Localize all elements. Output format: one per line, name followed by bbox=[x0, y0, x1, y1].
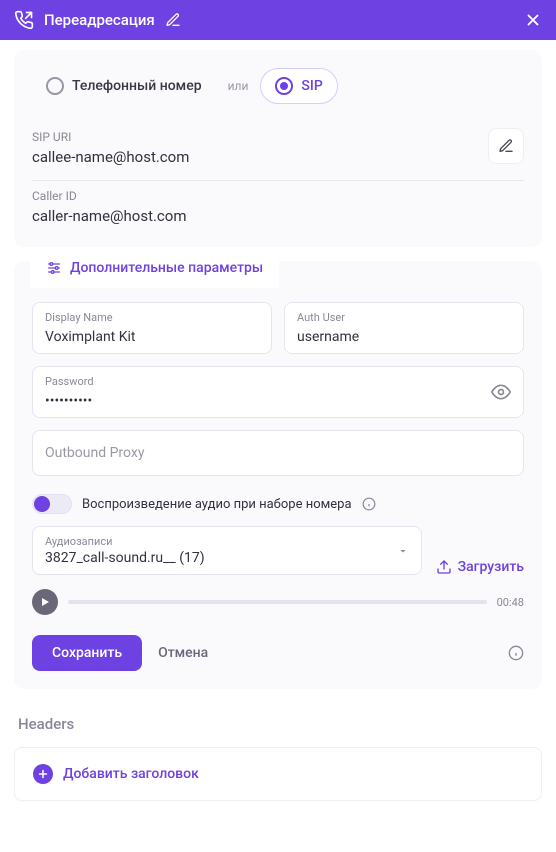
mode-phone-label: Телефонный номер bbox=[72, 78, 202, 94]
pencil-icon bbox=[498, 138, 514, 154]
toggle-password-icon[interactable] bbox=[491, 382, 511, 402]
redirect-icon bbox=[14, 10, 34, 30]
headers-section-title: Headers bbox=[14, 703, 542, 747]
chevron-down-icon bbox=[397, 545, 409, 557]
advanced-tab[interactable]: Дополнительные параметры bbox=[30, 248, 279, 288]
display-name-label: Display Name bbox=[45, 311, 259, 324]
dialog-title: Переадресация bbox=[44, 11, 155, 29]
sip-settings-card: Телефонный номер или SIP SIP URI callee-… bbox=[14, 50, 542, 247]
playback-switch-row: Воспроизведение аудио при наборе номера bbox=[32, 494, 524, 514]
password-label: Password bbox=[45, 375, 511, 388]
upload-button[interactable]: Загрузить bbox=[436, 559, 524, 575]
info-icon[interactable] bbox=[362, 497, 376, 511]
audio-duration: 00:48 bbox=[497, 596, 524, 609]
sip-uri-field: SIP URI callee-name@host.com bbox=[32, 122, 524, 181]
sip-uri-value: callee-name@host.com bbox=[32, 148, 524, 166]
audio-track[interactable] bbox=[68, 600, 487, 604]
mode-toggle: Телефонный номер или SIP bbox=[32, 68, 524, 104]
upload-label: Загрузить bbox=[458, 559, 524, 575]
mode-option-sip[interactable]: SIP bbox=[260, 68, 337, 104]
plus-icon bbox=[33, 764, 53, 784]
playback-switch[interactable] bbox=[32, 494, 72, 514]
sliders-icon bbox=[46, 260, 62, 276]
cancel-button[interactable]: Отмена bbox=[158, 645, 208, 661]
password-field[interactable] bbox=[45, 393, 511, 409]
upload-icon bbox=[436, 559, 452, 575]
audio-select[interactable]: Аудиозаписи 3827_call-sound.ru__ (17) bbox=[32, 526, 422, 575]
info-icon[interactable] bbox=[508, 645, 524, 661]
audio-player: 00:48 bbox=[32, 589, 524, 615]
advanced-params-card: Дополнительные параметры Display Name Au… bbox=[14, 261, 542, 689]
edit-title-icon[interactable] bbox=[165, 12, 181, 28]
edit-sip-uri-button[interactable] bbox=[488, 128, 524, 164]
playback-switch-label: Воспроизведение аудио при наборе номера bbox=[82, 497, 352, 512]
mode-sip-label: SIP bbox=[301, 78, 322, 94]
radio-icon bbox=[275, 77, 293, 95]
mode-or-text: или bbox=[228, 79, 249, 93]
caller-id-label: Caller ID bbox=[32, 189, 524, 203]
add-header-label: Добавить заголовок bbox=[63, 766, 199, 782]
play-button[interactable] bbox=[32, 589, 58, 615]
auth-user-input[interactable]: Auth User bbox=[284, 302, 524, 354]
advanced-tab-label: Дополнительные параметры bbox=[70, 260, 263, 276]
caller-id-field: Caller ID caller-name@host.com bbox=[32, 181, 524, 229]
radio-icon bbox=[46, 77, 64, 95]
save-button[interactable]: Сохранить bbox=[32, 635, 142, 671]
password-input[interactable]: Password bbox=[32, 366, 524, 418]
caller-id-value: caller-name@host.com bbox=[32, 207, 524, 225]
auth-user-field[interactable] bbox=[297, 329, 511, 345]
audio-selected-value: 3827_call-sound.ru__ (17) bbox=[45, 550, 409, 566]
auth-user-label: Auth User bbox=[297, 311, 511, 324]
sip-uri-label: SIP URI bbox=[32, 130, 524, 144]
add-header-button[interactable]: Добавить заголовок bbox=[14, 747, 542, 801]
outbound-proxy-input[interactable] bbox=[32, 430, 524, 476]
dialog-header: Переадресация bbox=[0, 0, 556, 40]
mode-option-phone[interactable]: Телефонный номер bbox=[32, 69, 216, 103]
outbound-proxy-field[interactable] bbox=[45, 439, 511, 467]
display-name-input[interactable]: Display Name bbox=[32, 302, 272, 354]
close-icon[interactable] bbox=[524, 11, 542, 29]
play-icon bbox=[39, 596, 51, 608]
audio-select-label: Аудиозаписи bbox=[45, 535, 409, 548]
display-name-field[interactable] bbox=[45, 329, 259, 345]
